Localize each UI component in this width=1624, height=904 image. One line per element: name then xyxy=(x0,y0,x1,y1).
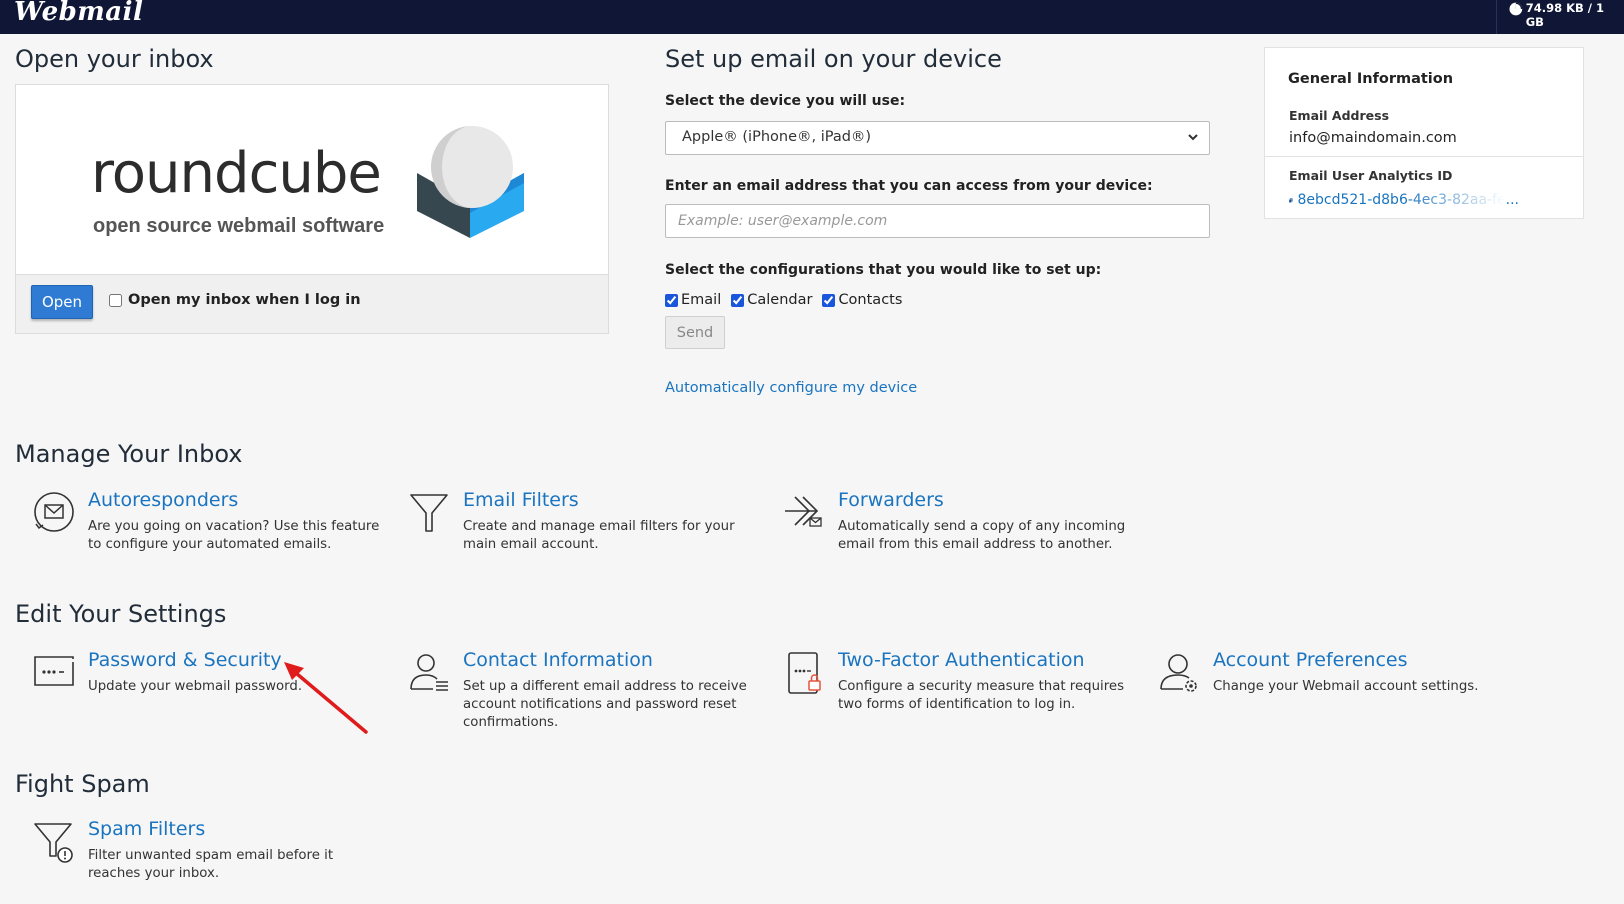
config-options: Email Calendar Contacts xyxy=(665,292,902,308)
copy-icon[interactable] xyxy=(1289,194,1293,207)
two-factor-desc: Configure a security measure that requir… xyxy=(838,679,1125,712)
contact-icon xyxy=(410,654,448,691)
config-contacts-label: Contacts xyxy=(838,292,903,308)
config-calendar-option[interactable]: Calendar xyxy=(731,292,812,308)
autoresponders-link[interactable]: Autoresponders xyxy=(88,489,238,511)
forward-icon xyxy=(785,496,822,527)
autoresponders-desc: Are you going on vacation? Use this feat… xyxy=(88,519,380,552)
roundcube-logo[interactable]: roundcube open source webmail software xyxy=(16,85,608,274)
auto-configure-link[interactable]: Automatically configure my device xyxy=(665,380,917,396)
spam-filters-desc: Filter unwanted spam email before it rea… xyxy=(88,848,334,881)
password-security-link[interactable]: Password & Security xyxy=(88,649,282,671)
analytics-id-fade xyxy=(1405,190,1505,210)
disk-quota: 74.98 KB / 1 GB xyxy=(1496,0,1624,34)
open-button[interactable]: Open xyxy=(31,285,93,319)
roundcube-card: roundcube open source webmail software O… xyxy=(15,84,609,334)
account-preferences-link[interactable]: Account Preferences xyxy=(1213,649,1408,671)
config-calendar-label: Calendar xyxy=(747,292,813,308)
email-filters-desc: Create and manage email filters for your… xyxy=(463,519,735,552)
spam-filter-icon xyxy=(34,823,73,863)
config-email-option[interactable]: Email xyxy=(665,292,721,308)
auto-open-label: Open my inbox when I log in xyxy=(128,292,361,308)
top-bar: Webmail 74.98 KB / 1 GB xyxy=(0,0,1624,34)
contact-information-link[interactable]: Contact Information xyxy=(463,649,653,671)
roundcube-cube-icon xyxy=(417,126,524,238)
email-address-value: info@maindomain.com xyxy=(1289,130,1457,146)
spam-filters-link[interactable]: Spam Filters xyxy=(88,818,205,840)
general-info-title: General Information xyxy=(1288,71,1454,87)
info-divider xyxy=(1265,156,1583,157)
webmail-logo[interactable]: Webmail xyxy=(14,0,143,27)
forwarders-link[interactable]: Forwarders xyxy=(838,489,944,511)
roundcube-card-footer: Open Open my inbox when I log in xyxy=(16,274,608,333)
device-select-label: Select the device you will use: xyxy=(665,93,906,109)
analytics-id-label: Email User Analytics ID xyxy=(1289,168,1453,183)
two-factor-icon xyxy=(788,652,821,694)
forwarders-desc: Automatically send a copy of any incomin… xyxy=(838,519,1126,552)
roundcube-tagline: open source webmail software xyxy=(93,215,385,237)
quota-text: 74.98 KB / 1 GB xyxy=(1525,1,1604,29)
annotation-arrow xyxy=(284,662,368,734)
config-calendar-checkbox[interactable] xyxy=(731,293,745,307)
fight-spam-heading: Fight Spam xyxy=(15,770,150,798)
config-label: Select the configurations that you would… xyxy=(665,262,1102,278)
config-contacts-checkbox[interactable] xyxy=(822,293,836,307)
device-select-value: Apple® (iPhone®, iPad®) xyxy=(682,129,872,145)
two-factor-link[interactable]: Two-Factor Authentication xyxy=(838,649,1085,671)
open-inbox-heading: Open your inbox xyxy=(15,45,214,73)
manage-inbox-heading: Manage Your Inbox xyxy=(15,440,243,468)
setup-device-heading: Set up email on your device xyxy=(665,45,1002,73)
send-button[interactable]: Send xyxy=(665,316,725,349)
device-select[interactable]: Apple® (iPhone®, iPad®) xyxy=(665,121,1210,155)
edit-settings-heading: Edit Your Settings xyxy=(15,600,227,628)
email-address-label: Email Address xyxy=(1289,108,1390,123)
preferences-icon xyxy=(1160,654,1197,692)
config-contacts-option[interactable]: Contacts xyxy=(822,292,902,308)
password-icon xyxy=(34,656,74,686)
general-info-panel: General Information Email Address info@m… xyxy=(1264,47,1584,219)
device-email-input[interactable] xyxy=(665,204,1210,238)
contact-information-desc: Set up a different email address to rece… xyxy=(463,679,747,730)
pie-chart-icon xyxy=(1509,2,1523,16)
email-filters-link[interactable]: Email Filters xyxy=(463,489,579,511)
filter-icon xyxy=(410,494,448,532)
email-input-label: Enter an email address that you can acce… xyxy=(665,178,1153,194)
account-preferences-desc: Change your Webmail account settings. xyxy=(1213,679,1479,694)
auto-open-option[interactable]: Open my inbox when I log in xyxy=(109,292,361,308)
autoresponder-icon xyxy=(34,492,74,532)
chevron-down-icon xyxy=(1188,134,1198,141)
config-email-label: Email xyxy=(681,292,722,308)
config-email-checkbox[interactable] xyxy=(665,293,678,307)
roundcube-wordmark: roundcube xyxy=(91,141,382,206)
auto-open-checkbox[interactable] xyxy=(109,293,122,307)
